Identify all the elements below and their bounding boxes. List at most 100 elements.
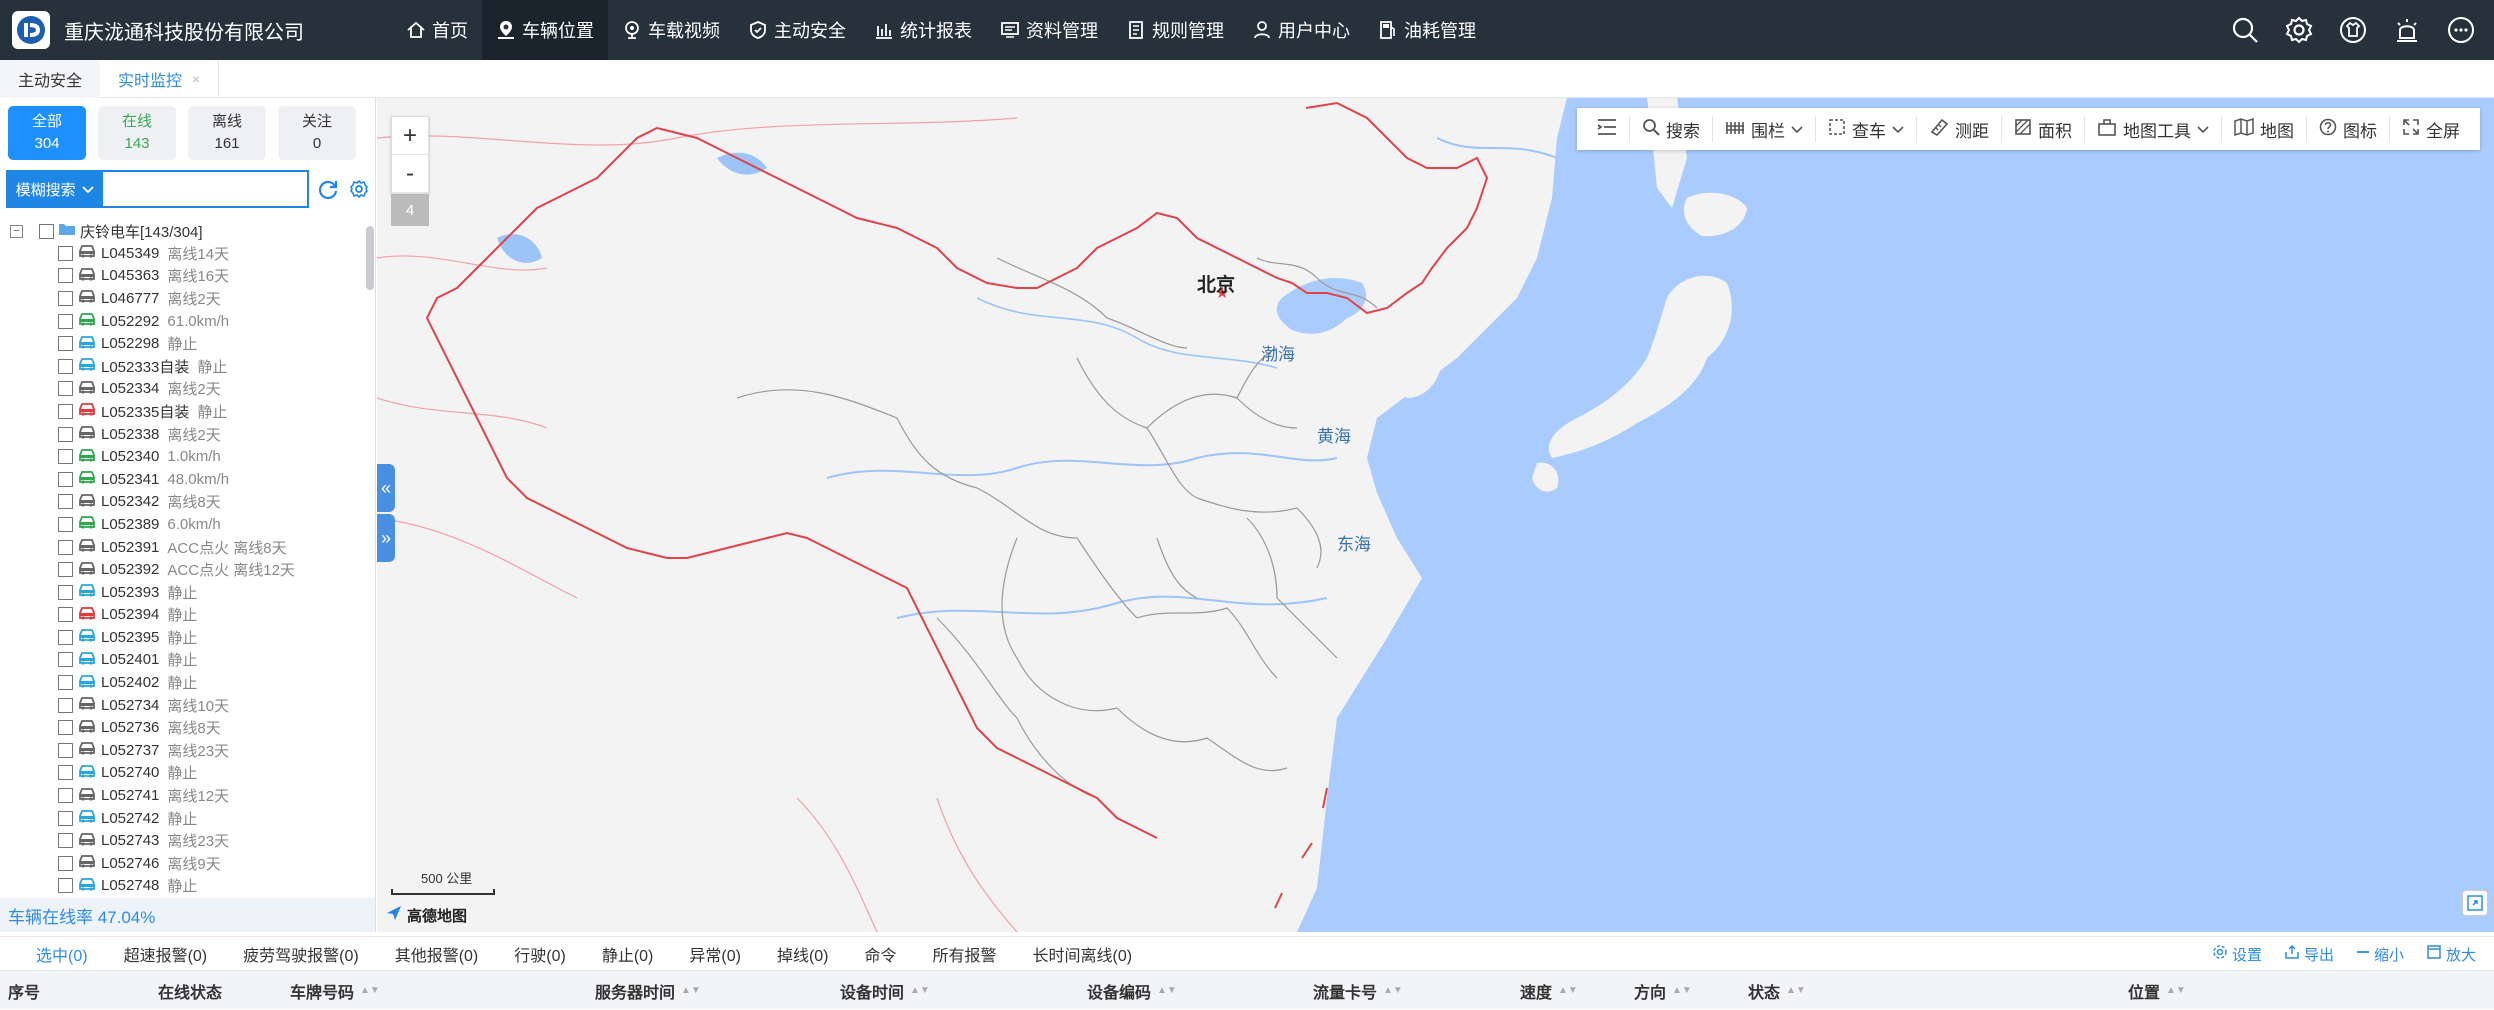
nav-data-management[interactable]: 资料管理: [986, 0, 1112, 60]
vehicle-checkbox[interactable]: [58, 449, 73, 465]
measure-area-button[interactable]: 面积: [2002, 116, 2085, 142]
vehicle-checkbox[interactable]: [58, 765, 73, 781]
vehicle-checkbox[interactable]: [58, 607, 73, 623]
tree-root[interactable]: − 庆铃电车[143/304]: [10, 220, 362, 242]
vehicle-row[interactable]: L045363 离线16天: [10, 265, 362, 288]
vehicle-row[interactable]: L052743 离线23天: [10, 829, 362, 852]
vehicle-row[interactable]: L052334 离线2天: [10, 378, 362, 401]
vehicle-row[interactable]: L052298 静止: [10, 332, 362, 355]
vehicle-checkbox[interactable]: [58, 336, 73, 352]
shirt-icon[interactable]: [2338, 15, 2368, 45]
settings-icon[interactable]: [347, 176, 372, 202]
collapse-right-button[interactable]: »: [377, 514, 395, 562]
nav-home[interactable]: 首页: [392, 0, 482, 60]
filter-all-button[interactable]: 全部 304: [8, 106, 86, 160]
vehicle-checkbox[interactable]: [58, 358, 73, 374]
tree-scrollbar[interactable]: [366, 226, 374, 290]
gear-icon[interactable]: [2284, 15, 2314, 45]
vehicle-row[interactable]: L052748 静止: [10, 875, 362, 898]
vehicle-row[interactable]: L052393 静止: [10, 581, 362, 604]
vehicle-checkbox[interactable]: [58, 290, 73, 306]
search-input[interactable]: [103, 170, 310, 208]
nav-video[interactable]: 车载视频: [608, 0, 734, 60]
filter-followed-button[interactable]: 关注 0: [278, 106, 356, 160]
map-search-button[interactable]: 搜索: [1630, 116, 1713, 142]
vehicle-row[interactable]: L052401 静止: [10, 649, 362, 672]
vehicle-checkbox[interactable]: [58, 629, 73, 645]
vehicle-checkbox[interactable]: [58, 652, 73, 668]
filter-offline-button[interactable]: 离线 161: [188, 106, 266, 160]
measure-distance-button[interactable]: 测距: [1917, 116, 2002, 142]
more-icon[interactable]: [2446, 15, 2476, 45]
tab-command[interactable]: 命令: [847, 942, 915, 966]
vehicle-row[interactable]: L052734 离线10天: [10, 694, 362, 717]
filter-online-button[interactable]: 在线 143: [98, 106, 176, 160]
vehicle-row[interactable]: L052742 静止: [10, 807, 362, 830]
vehicle-checkbox[interactable]: [58, 675, 73, 691]
vehicle-row[interactable]: L052342 离线8天: [10, 491, 362, 514]
vehicle-row[interactable]: L052395 静止: [10, 626, 362, 649]
vehicle-row[interactable]: L052389 6.0km/h: [10, 513, 362, 536]
nav-vehicle-location[interactable]: 车辆位置: [482, 0, 608, 60]
vehicle-row[interactable]: L052741 离线12天: [10, 784, 362, 807]
nav-user-center[interactable]: 用户中心: [1238, 0, 1364, 60]
vehicle-checkbox[interactable]: [58, 833, 73, 849]
tab-overspeed-alarm[interactable]: 超速报警(0): [106, 942, 226, 966]
column-header[interactable]: 状态 ▲▼: [1748, 971, 1806, 1010]
nav-rules[interactable]: 规则管理: [1112, 0, 1238, 60]
nav-active-safety[interactable]: 主动安全: [734, 0, 860, 60]
zoom-in-button[interactable]: +: [392, 117, 428, 155]
vehicle-checkbox[interactable]: [58, 742, 73, 758]
column-header[interactable]: 速度 ▲▼: [1520, 971, 1578, 1010]
vehicle-row[interactable]: L052737 离线23天: [10, 739, 362, 762]
map-layer-button[interactable]: 地图: [2222, 116, 2307, 142]
tab-disconnected[interactable]: 掉线(0): [759, 942, 847, 966]
column-header[interactable]: 流量卡号 ▲▼: [1313, 971, 1403, 1010]
fence-dropdown[interactable]: 围栏: [1713, 116, 1816, 142]
vehicle-row[interactable]: L052335自装 静止: [10, 400, 362, 423]
close-icon[interactable]: ×: [192, 71, 200, 87]
vehicle-row[interactable]: L052740 静止: [10, 762, 362, 785]
vehicle-checkbox[interactable]: [58, 720, 73, 736]
search-mode-select[interactable]: 模糊搜索: [6, 170, 104, 208]
vehicle-row[interactable]: L045349 离线14天: [10, 242, 362, 265]
vehicle-checkbox[interactable]: [58, 539, 73, 555]
minimize-button[interactable]: 缩小: [2356, 944, 2404, 965]
map-view[interactable]: ★ 北京 渤海 黄海 东海 + - 4 « » 搜索 围栏 查车 测距 面积 地…: [377, 98, 2494, 932]
vehicle-row[interactable]: L052402 静止: [10, 671, 362, 694]
vehicle-row[interactable]: L052391 ACC点火 离线8天: [10, 536, 362, 559]
search-icon[interactable]: [2230, 15, 2260, 45]
zoom-out-button[interactable]: -: [392, 155, 428, 193]
tab-long-offline[interactable]: 长时间离线(0): [1015, 942, 1151, 966]
nav-reports[interactable]: 统计报表: [860, 0, 986, 60]
vehicle-checkbox[interactable]: [58, 562, 73, 578]
vehicle-row[interactable]: L052333自装 静止: [10, 355, 362, 378]
column-header[interactable]: 方向 ▲▼: [1634, 971, 1692, 1010]
vehicle-checkbox[interactable]: [58, 494, 73, 510]
vehicle-checkbox[interactable]: [58, 697, 73, 713]
maximize-button[interactable]: 放大: [2426, 944, 2476, 965]
collapse-toggle-icon[interactable]: −: [10, 224, 23, 238]
vehicle-row[interactable]: L052340 1.0km/h: [10, 445, 362, 468]
settings-button[interactable]: 设置: [2212, 944, 2262, 965]
fullscreen-button[interactable]: 全屏: [2390, 116, 2472, 142]
legend-button[interactable]: 图标: [2307, 116, 2390, 142]
vehicle-checkbox[interactable]: [58, 810, 73, 826]
nav-fuel-management[interactable]: 油耗管理: [1364, 0, 1490, 60]
vehicle-row[interactable]: L052338 离线2天: [10, 423, 362, 446]
map-tools-dropdown[interactable]: 地图工具: [2085, 116, 2222, 142]
vehicle-checkbox[interactable]: [58, 426, 73, 442]
list-button[interactable]: [1585, 116, 1630, 142]
column-header[interactable]: 设备时间 ▲▼: [840, 971, 930, 1010]
vehicle-checkbox[interactable]: [58, 403, 73, 419]
vehicle-checkbox[interactable]: [58, 584, 73, 600]
tab-selected[interactable]: 选中(0): [0, 942, 106, 966]
column-header[interactable]: 服务器时间 ▲▼: [595, 971, 701, 1010]
column-header[interactable]: 位置 ▲▼: [2128, 971, 2186, 1010]
tab-abnormal[interactable]: 异常(0): [671, 942, 759, 966]
vehicle-row[interactable]: L052746 离线9天: [10, 852, 362, 875]
column-header[interactable]: 设备编码 ▲▼: [1087, 971, 1177, 1010]
column-header[interactable]: 车牌号码 ▲▼: [290, 971, 380, 1010]
tab-active-safety[interactable]: 主动安全: [0, 60, 101, 98]
vehicle-checkbox[interactable]: [58, 313, 73, 329]
